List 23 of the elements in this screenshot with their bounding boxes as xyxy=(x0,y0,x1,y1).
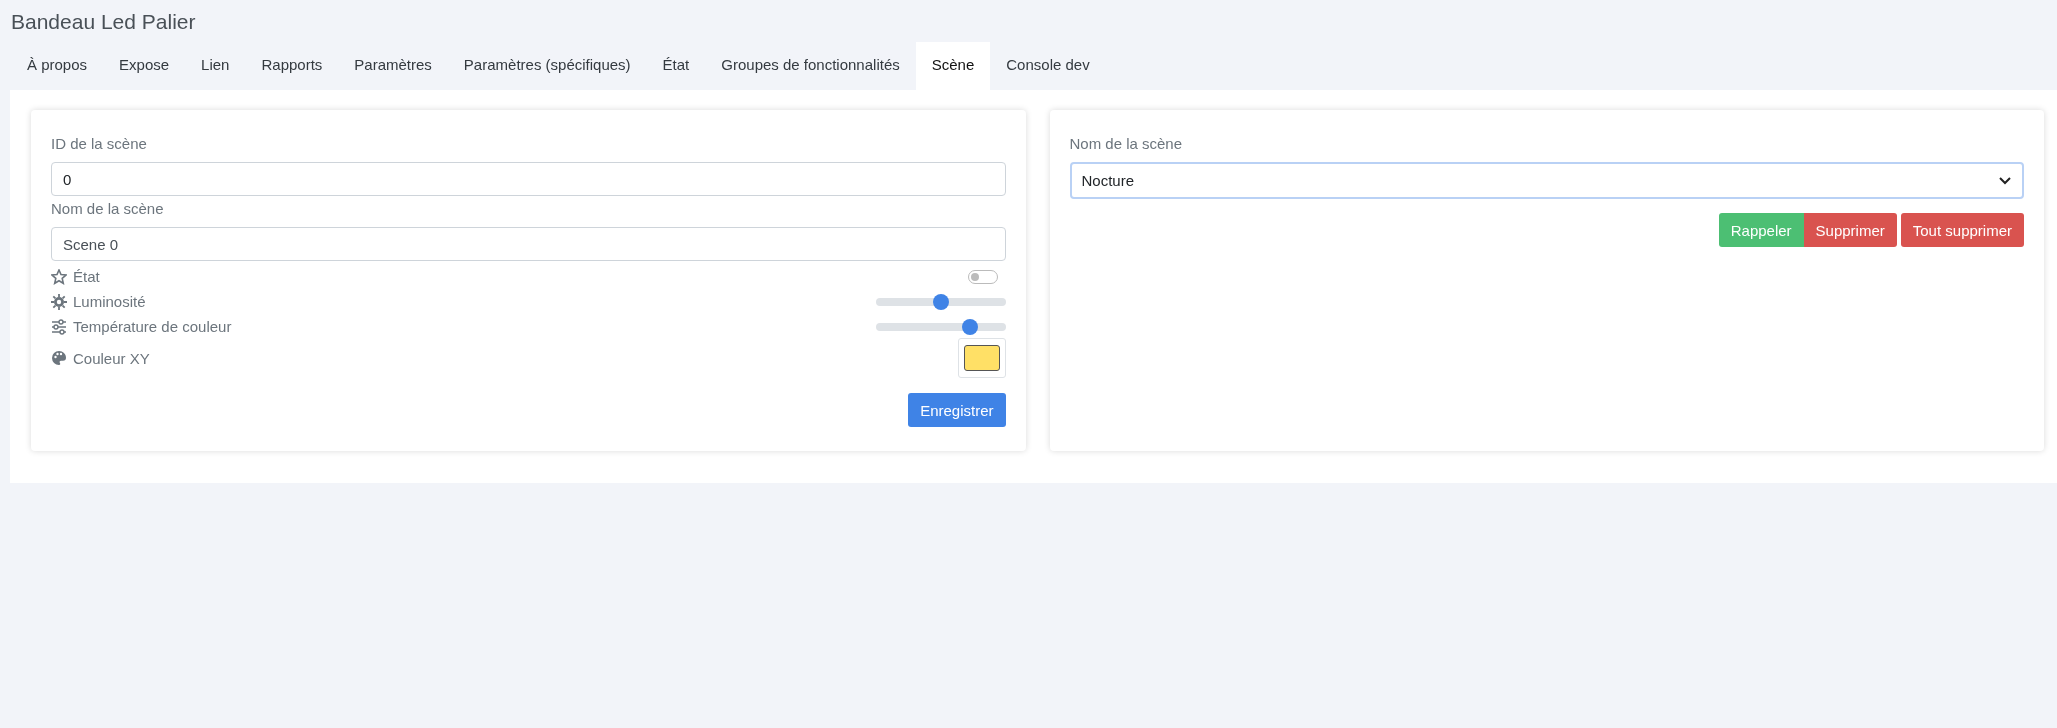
attribute-label: État xyxy=(73,268,100,285)
color-swatch[interactable] xyxy=(963,345,1000,371)
field-label: ID de la scène xyxy=(51,135,148,152)
page-title: Bandeau Led Palier xyxy=(10,9,197,35)
scene-name-field[interactable]: Scene 0 xyxy=(51,227,1006,261)
field-label: Nom de la scène xyxy=(51,200,165,217)
gear-icon xyxy=(51,293,67,310)
action-button[interactable]: Tout supprimer xyxy=(1900,213,2024,247)
slider-thumb[interactable] xyxy=(962,318,979,335)
palette-icon xyxy=(51,350,67,366)
sliders-icon xyxy=(51,318,67,335)
scene-select[interactable]: Nocture xyxy=(1069,162,2024,199)
attribute-label: Luminosité xyxy=(73,293,146,310)
slider-thumb[interactable] xyxy=(932,293,949,310)
star-icon xyxy=(51,268,67,285)
attribute-label: Couleur XY xyxy=(73,349,150,367)
field-label: Nom de la scène xyxy=(1069,135,1184,152)
attribute-label: Température de couleur xyxy=(73,318,232,335)
scene-id-field[interactable]: 0 xyxy=(51,162,1006,196)
tab[interactable]: Scène xyxy=(915,42,991,90)
chevron-icon xyxy=(1998,175,2012,186)
action-button[interactable]: Supprimer xyxy=(1803,213,1897,247)
save-button[interactable]: Enregistrer xyxy=(908,393,1006,427)
